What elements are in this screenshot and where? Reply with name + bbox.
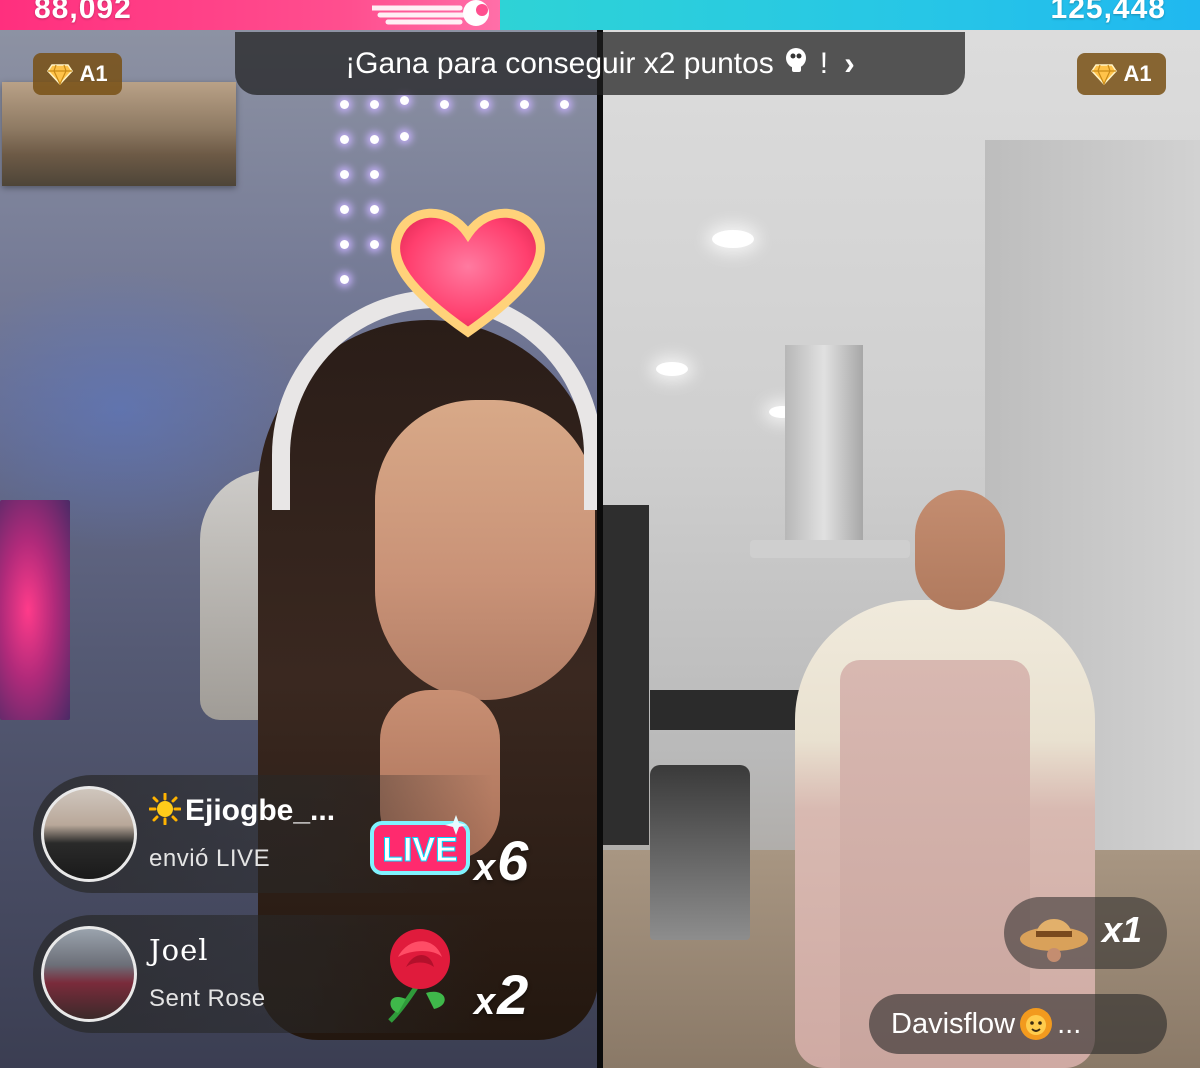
lion-icon [1020,1008,1053,1040]
left-rank-label: A1 [79,61,108,86]
right-score: 125,448 [1050,0,1166,25]
bar-stool [650,765,750,940]
battle-score-bar: 88,092 125,448 [0,0,1200,30]
gift-sender-label: Ejiogbe_... [185,794,336,827]
dark-door [603,505,649,845]
rose-gift-icon [388,929,450,1023]
cowboy-hat-icon [1020,919,1088,962]
avatar[interactable] [41,786,137,882]
avatar[interactable] [41,926,137,1022]
neon-wall-art [0,500,70,720]
live-gift-icon: LIVE [370,815,470,875]
gift-combo-number: 6 [497,829,529,892]
gift-combo-count: x6 [474,828,528,893]
left-score-segment: 88,092 [0,0,500,30]
banner-suffix: ! [819,46,829,80]
hat-gift-count: x1 [1102,909,1143,950]
ceiling-light [712,230,754,248]
sparkle-icon [784,46,810,81]
hat-gift-notification: x1 [1004,897,1167,969]
gift-combo-prefix: x [474,847,496,889]
diamond-icon [47,64,74,85]
left-score: 88,092 [34,0,132,25]
heart-filter-icon [391,208,545,338]
split-divider [597,30,603,1068]
gift-combo-count: x2 [474,962,528,1027]
viewer-more: ... [1057,1007,1082,1040]
sun-icon [149,793,181,825]
viewer-join-pill[interactable]: Davisflow ... [869,994,1167,1054]
gift-action-text: Sent Rose [149,985,266,1012]
gift-sender-name[interactable]: Joel [149,933,209,967]
comet-divider-icon [372,0,489,26]
right-host-head [915,490,1005,610]
gift-action-text: envió LIVE [149,845,271,872]
right-rank-label: A1 [1123,61,1152,86]
range-hood [785,345,863,545]
left-rank-badge[interactable]: A1 [33,53,122,95]
range-hood-base [750,540,910,558]
live-gift-label: LIVE [382,831,458,869]
gift-notification: Ejiogbe_... envió LIVE LIVE [33,775,493,893]
right-score-segment: 125,448 [500,0,1200,30]
wall-painting [2,82,236,186]
gift-sender-name[interactable]: Ejiogbe_... [149,793,335,828]
diamond-icon [1091,64,1118,85]
gift-notification: Joel Sent Rose [33,915,493,1033]
gift-combo-prefix: x [474,981,496,1023]
right-rank-badge[interactable]: A1 [1077,53,1166,95]
viewer-name: Davisflow [891,1007,1016,1040]
gift-combo-number: 2 [497,963,529,1026]
banner-text: ¡Gana para conseguir x2 puntos [345,46,774,80]
double-points-banner[interactable]: ¡Gana para conseguir x2 puntos ! › [235,32,965,95]
ceiling-light [656,362,688,376]
chevron-right-icon[interactable]: › [844,45,855,82]
